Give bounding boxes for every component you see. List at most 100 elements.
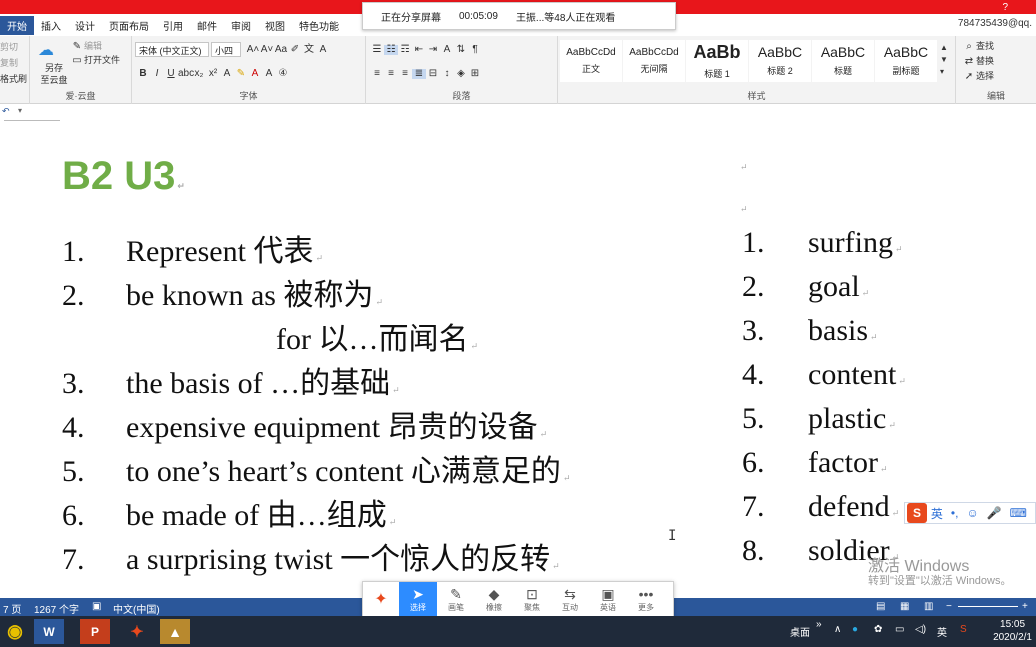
tray-expand-icon[interactable]: ∧ [834, 624, 841, 635]
edit-button[interactable]: ✎ 编辑 [70, 39, 102, 52]
tab-view[interactable]: 视图 [258, 16, 292, 35]
text-effect-icon[interactable]: A [220, 69, 234, 79]
ime-punctuation-icon[interactable]: •, [951, 506, 959, 520]
toolbar-expand-icon[interactable]: » [816, 619, 822, 630]
tool-english[interactable]: ▣ 英语 [589, 582, 627, 616]
show-marks-icon[interactable]: ¶ [468, 45, 482, 55]
sort-icon[interactable]: ⇅ [454, 45, 468, 55]
highlight-icon[interactable]: ✎ [234, 69, 248, 79]
increase-indent-icon[interactable]: ⇥ [426, 45, 440, 55]
sogou-tray-icon[interactable]: S [960, 624, 967, 635]
copy-button[interactable]: 复制 [0, 56, 18, 69]
tab-mailings[interactable]: 邮件 [190, 16, 224, 35]
share-viewers[interactable]: 王振...等48人正在观看 [516, 9, 615, 24]
taskbar-ime[interactable]: 英 [937, 624, 947, 639]
superscript-icon[interactable]: x² [206, 69, 220, 79]
enclosed-char-icon[interactable]: ④ [276, 69, 290, 79]
grow-font-icon[interactable]: A˄ [246, 45, 260, 55]
style-subtitle[interactable]: AaBbC 副标题 [875, 40, 937, 82]
distribute-icon[interactable]: ⊟ [426, 69, 440, 79]
open-file-button[interactable]: ▭ 打开文件 [70, 53, 120, 66]
underline-icon[interactable]: U [164, 69, 178, 79]
chrome-icon[interactable]: ◉ [0, 619, 30, 644]
align-center-icon[interactable]: ≡ [384, 69, 398, 79]
char-border-icon[interactable]: A [316, 45, 330, 55]
undo-icon[interactable]: ↶ [2, 106, 10, 117]
subscript-icon[interactable]: x₂ [192, 69, 206, 79]
keyboard-icon[interactable]: ⌨ [1010, 506, 1027, 520]
format-painter-button[interactable]: 格式刷 [0, 72, 27, 85]
bird-app-icon[interactable]: ✦ [122, 619, 152, 644]
tab-home[interactable]: 开始 [0, 15, 34, 35]
volume-icon[interactable]: ◁) [915, 624, 926, 635]
microphone-icon[interactable]: 🎤 [987, 506, 1002, 520]
style-title[interactable]: AaBbC 标题 [812, 40, 874, 82]
account-name[interactable]: 784735439@qq. [958, 18, 1032, 29]
justify-icon[interactable]: ≣ [412, 69, 426, 79]
word-icon[interactable]: W [34, 619, 64, 644]
multilevel-list-icon[interactable]: ☶ [398, 45, 412, 55]
desktop-toolbar[interactable]: 桌面 [790, 624, 810, 639]
ime-language[interactable]: 英 [931, 505, 943, 522]
font-color-icon[interactable]: A [248, 69, 262, 79]
align-right-icon[interactable]: ≡ [398, 69, 412, 79]
ime-toolbar[interactable]: S 英 •, ☺ 🎤 ⌨ [904, 502, 1036, 524]
tab-design[interactable]: 设计 [68, 16, 102, 35]
tool-select[interactable]: ➤ 选择 [399, 582, 437, 616]
save-to-cloud-button[interactable]: 另存 至云盘 [34, 62, 74, 86]
strikethrough-icon[interactable]: abc [178, 69, 194, 79]
tool-interact[interactable]: ⇆ 互动 [551, 582, 589, 616]
chinese-layout-icon[interactable]: A [440, 45, 454, 55]
style-heading-1[interactable]: AaBb 标题 1 [686, 40, 748, 82]
cut-button[interactable]: 剪切 [0, 40, 18, 53]
style-no-spacing[interactable]: AaBbCcDd 无间隔 [623, 40, 685, 82]
style-heading-2[interactable]: AaBbC 标题 2 [749, 40, 811, 82]
align-left-icon[interactable]: ≡ [370, 69, 384, 79]
borders-icon[interactable]: ⊞ [468, 69, 482, 79]
help-button[interactable]: ? [1002, 2, 1008, 13]
word-count[interactable]: 1267 个字 [34, 601, 79, 616]
proofing-icon[interactable]: ▣ [92, 601, 101, 612]
tool-eraser[interactable]: ◆ 橡擦 [475, 582, 513, 616]
tab-features[interactable]: 特色功能 [292, 16, 346, 35]
numbering-icon[interactable]: ☷ [384, 45, 398, 55]
battery-icon[interactable]: ▭ [895, 624, 904, 635]
page-count[interactable]: 7 页 [3, 601, 21, 616]
char-shading-icon[interactable]: A [262, 69, 276, 79]
tab-references[interactable]: 引用 [156, 16, 190, 35]
print-layout-icon[interactable]: ▦ [900, 601, 909, 612]
styles-scroll-icon[interactable]: ▲ ▼ ▾ [940, 42, 948, 78]
zoom-in-icon[interactable]: + [1022, 601, 1028, 612]
emoji-icon[interactable]: ☺ [966, 506, 978, 520]
select-button[interactable]: ➚ 选择 [962, 69, 994, 82]
system-clock[interactable]: 15:05 2020/2/1 [993, 618, 1032, 644]
zoom-slider[interactable] [958, 606, 1018, 607]
app-tray-icon[interactable]: ✿ [874, 624, 882, 635]
language-indicator[interactable]: 中文(中国) [113, 601, 160, 616]
classroom-app-icon[interactable]: ▲ [160, 619, 190, 644]
document-page[interactable]: B2 U3 ↵ ↵ ↵ 1. Represent 代表 ↵ 2. be known as … [0, 134, 1036, 584]
powerpoint-icon[interactable]: P [80, 619, 110, 644]
tool-focus[interactable]: ⊡ 聚焦 [513, 582, 551, 616]
tab-review[interactable]: 审阅 [224, 16, 258, 35]
clear-format-icon[interactable]: ✐ [288, 45, 302, 55]
replace-button[interactable]: ⇄ 替换 [962, 54, 994, 67]
bullets-icon[interactable]: ☰ [370, 45, 384, 55]
bold-icon[interactable]: B [136, 69, 150, 79]
zoom-out-icon[interactable]: − [946, 601, 952, 612]
customize-icon[interactable]: ▾ [18, 106, 22, 115]
tab-insert[interactable]: 插入 [34, 16, 68, 35]
tab-layout[interactable]: 页面布局 [102, 16, 156, 35]
web-layout-icon[interactable]: ▥ [924, 601, 933, 612]
decrease-indent-icon[interactable]: ⇤ [412, 45, 426, 55]
read-mode-icon[interactable]: ▤ [876, 601, 885, 612]
style-normal[interactable]: AaBbCcDd 正文 [560, 40, 622, 82]
find-button[interactable]: ⌕ 查找 [962, 39, 994, 52]
tool-more[interactable]: ••• 更多 [627, 582, 665, 616]
phonetic-icon[interactable]: 文 [302, 45, 316, 55]
font-size-select[interactable]: 小四 [211, 42, 241, 57]
shading-icon[interactable]: ◈ [454, 69, 468, 79]
shrink-font-icon[interactable]: A˅ [260, 45, 274, 55]
line-spacing-icon[interactable]: ↕ [440, 69, 454, 79]
italic-icon[interactable]: I [150, 69, 164, 79]
